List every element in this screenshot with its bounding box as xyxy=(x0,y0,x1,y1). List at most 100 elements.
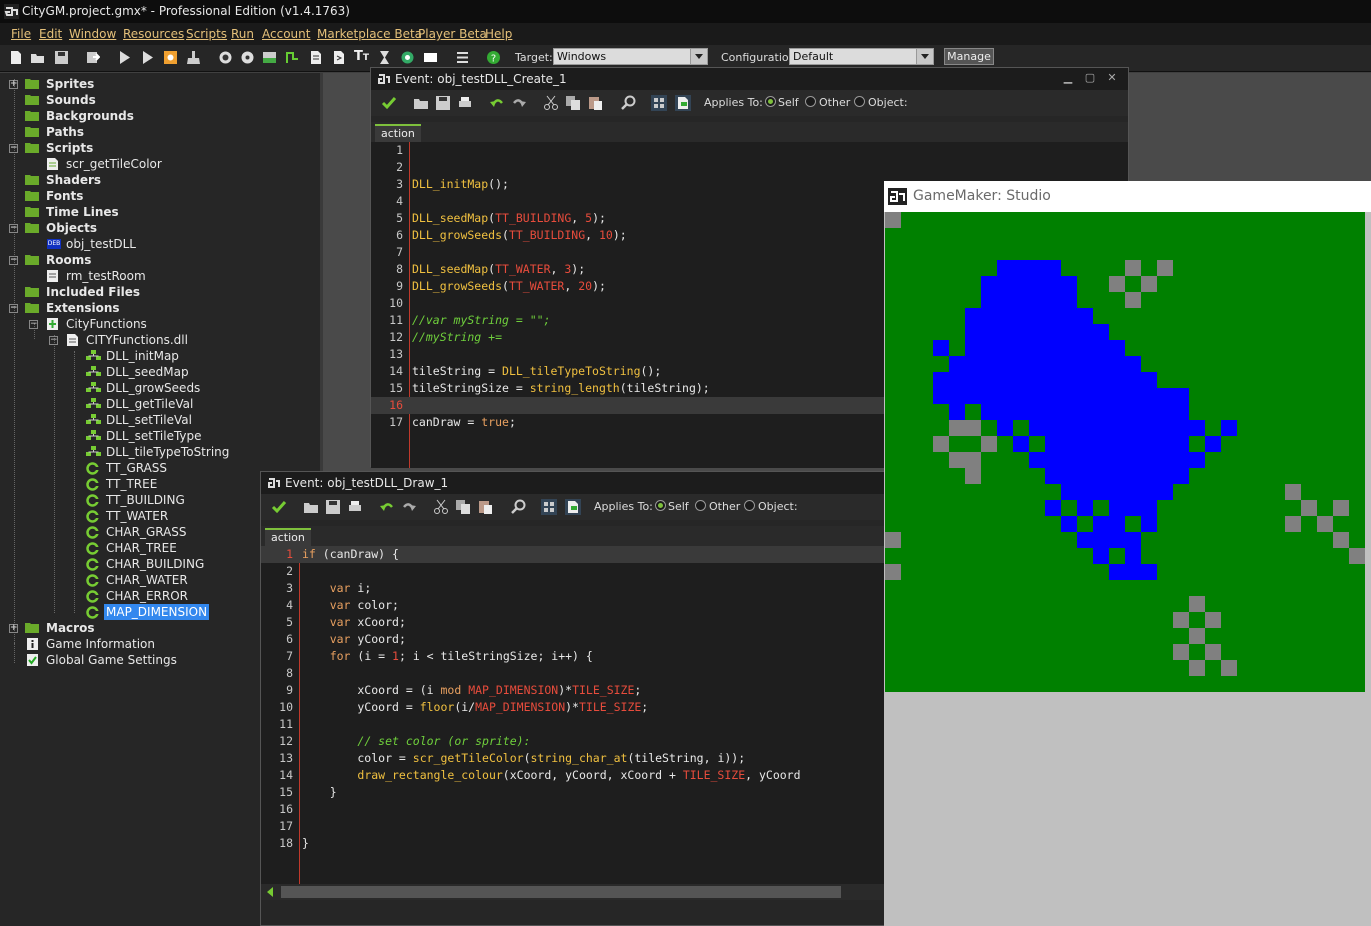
tree-function-item[interactable]: DLL_seedMap xyxy=(86,364,306,380)
open-project-icon[interactable] xyxy=(30,50,45,65)
print-icon[interactable] xyxy=(457,95,473,111)
tree-function-item[interactable]: DLL_initMap xyxy=(86,348,306,364)
help-icon[interactable]: ? xyxy=(486,50,501,65)
checkmark-icon[interactable] xyxy=(271,499,287,515)
save-icon[interactable] xyxy=(325,499,341,515)
menu-resources[interactable]: Resources xyxy=(123,27,184,41)
search-icon[interactable] xyxy=(511,499,527,515)
tree-item-included-files[interactable]: Included Files xyxy=(9,284,309,300)
tree-item-object[interactable]: DEB obj_testDLL xyxy=(47,236,307,252)
paste-icon[interactable] xyxy=(477,499,493,515)
game-map-canvas[interactable] xyxy=(885,212,1365,692)
tree-function-item[interactable]: DLL_growSeeds xyxy=(86,380,306,396)
menu-scripts[interactable]: Scripts xyxy=(186,27,227,41)
menu-marketplace[interactable]: Marketplace Beta xyxy=(317,27,422,41)
target-dropdown[interactable]: Windows xyxy=(553,48,708,65)
tree-item-dll[interactable]: − CITYFunctions.dll xyxy=(49,332,309,348)
scrollbar-thumb[interactable] xyxy=(281,886,841,898)
tree-item-timelines[interactable]: Time Lines xyxy=(9,204,309,220)
draw-event-titlebar[interactable]: Event: obj_testDLL_Draw_1 xyxy=(261,472,886,494)
configuration-dropdown[interactable]: Default xyxy=(789,48,934,65)
create-event-titlebar[interactable]: Event: obj_testDLL_Create_1 ▁ ▢ ✕ xyxy=(371,68,1128,90)
collapse-icon[interactable]: − xyxy=(9,144,18,153)
export-icon[interactable] xyxy=(85,50,100,65)
search-icon[interactable] xyxy=(621,95,637,111)
save-project-icon[interactable] xyxy=(54,50,69,65)
tree-item-rooms[interactable]: − Rooms xyxy=(9,252,309,268)
collapse-icon[interactable]: − xyxy=(29,320,38,329)
collapse-icon[interactable]: − xyxy=(9,256,18,265)
tree-item-fonts[interactable]: Fonts xyxy=(9,188,309,204)
draw-code-editor[interactable]: 1 if (canDraw) { 2 3 var i; 4 var color; … xyxy=(261,546,886,900)
code-view-icon[interactable] xyxy=(651,95,667,111)
other-radio[interactable] xyxy=(695,500,706,511)
scroll-left-icon[interactable] xyxy=(267,887,273,897)
minimize-icon[interactable]: ▁ xyxy=(1061,72,1075,84)
clean-icon[interactable] xyxy=(186,50,201,65)
tree-item-paths[interactable]: Paths xyxy=(9,124,309,140)
sprite-resource-icon[interactable] xyxy=(218,50,233,65)
horizontal-scrollbar[interactable] xyxy=(261,884,886,900)
collapse-icon[interactable]: − xyxy=(9,224,18,233)
create-exe-icon[interactable] xyxy=(163,50,178,65)
undo-icon[interactable] xyxy=(489,95,505,111)
object-radio[interactable] xyxy=(854,96,865,107)
manage-button[interactable]: Manage xyxy=(944,48,994,65)
expand-icon[interactable]: + xyxy=(9,80,18,89)
cut-icon[interactable] xyxy=(543,95,559,111)
menu-run[interactable]: Run xyxy=(231,27,254,41)
room-resource-icon[interactable] xyxy=(423,50,438,65)
tree-item-shaders[interactable]: Shaders xyxy=(9,172,309,188)
cut-icon[interactable] xyxy=(433,499,449,515)
other-radio[interactable] xyxy=(805,96,816,107)
menu-account[interactable]: Account xyxy=(262,27,310,41)
redo-icon[interactable] xyxy=(401,499,417,515)
tab-action[interactable]: action xyxy=(375,124,421,142)
menu-window[interactable]: Window xyxy=(69,27,116,41)
object-radio[interactable] xyxy=(744,500,755,511)
tree-function-item[interactable]: DLL_getTileVal xyxy=(86,396,306,412)
tree-function-item[interactable]: DLL_tileTypeToString xyxy=(86,444,306,460)
redo-icon[interactable] xyxy=(511,95,527,111)
code-view-icon[interactable] xyxy=(541,499,557,515)
collapse-icon[interactable]: − xyxy=(49,336,58,345)
tree-item-extensions[interactable]: − Extensions xyxy=(9,300,309,316)
menu-edit[interactable]: Edit xyxy=(39,27,62,41)
script-resource-icon[interactable] xyxy=(308,50,323,65)
tree-item-backgrounds[interactable]: Backgrounds xyxy=(9,108,309,124)
tab-action[interactable]: action xyxy=(265,528,311,546)
copy-icon[interactable] xyxy=(565,95,581,111)
object-resource-icon[interactable] xyxy=(400,50,415,65)
new-project-icon[interactable] xyxy=(8,50,23,65)
paste-icon[interactable] xyxy=(587,95,603,111)
shader-resource-icon[interactable] xyxy=(331,50,346,65)
menu-help[interactable]: Help xyxy=(485,27,512,41)
debug-run-icon[interactable] xyxy=(140,50,155,65)
copy-icon[interactable] xyxy=(455,499,471,515)
maximize-icon[interactable]: ▢ xyxy=(1083,72,1097,84)
self-radio[interactable] xyxy=(655,500,666,511)
tree-item-script[interactable]: scr_getTileColor xyxy=(47,156,307,172)
tree-item-sounds[interactable]: Sounds xyxy=(9,92,309,108)
background-resource-icon[interactable] xyxy=(262,50,277,65)
expand-icon[interactable]: + xyxy=(9,624,18,633)
print-icon[interactable] xyxy=(347,499,363,515)
self-radio[interactable] xyxy=(765,96,776,107)
script-view-icon[interactable] xyxy=(565,499,581,515)
tree-function-item[interactable]: DLL_setTileVal xyxy=(86,412,306,428)
tree-item-scripts[interactable]: − Scripts xyxy=(9,140,309,156)
font-resource-icon[interactable]: TT xyxy=(354,49,369,64)
close-icon[interactable]: ✕ xyxy=(1105,72,1119,84)
checkmark-icon[interactable] xyxy=(381,95,397,111)
script-view-icon[interactable] xyxy=(675,95,691,111)
tree-function-item[interactable]: DLL_setTileType xyxy=(86,428,306,444)
save-icon[interactable] xyxy=(435,95,451,111)
game-settings-icon[interactable] xyxy=(455,50,470,65)
tree-item-objects[interactable]: − Objects xyxy=(9,220,309,236)
run-icon[interactable] xyxy=(117,50,132,65)
tree-item-room[interactable]: rm_testRoom xyxy=(47,268,307,284)
game-window-titlebar[interactable]: GameMaker: Studio xyxy=(884,181,1371,212)
sound-resource-icon[interactable] xyxy=(240,50,255,65)
tree-item-sprites[interactable]: + Sprites xyxy=(9,76,309,92)
path-resource-icon[interactable] xyxy=(285,50,300,65)
